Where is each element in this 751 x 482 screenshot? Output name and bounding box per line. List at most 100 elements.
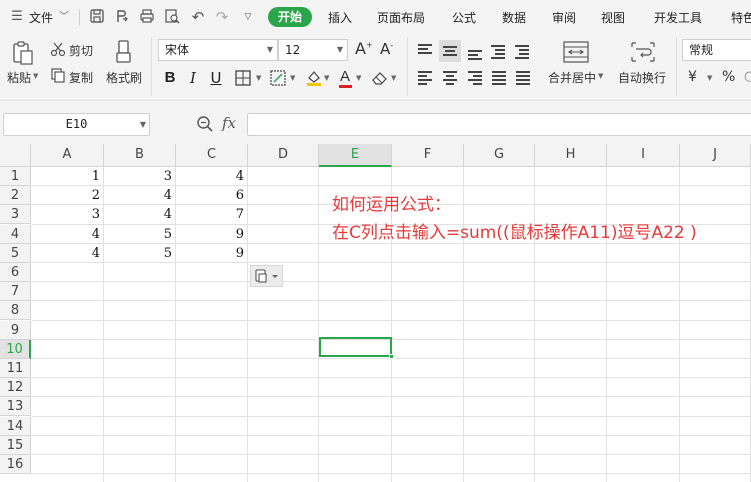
chevron-down-icon[interactable]: ▼: [140, 114, 146, 135]
fill-color-dropdown-icon[interactable]: ▼: [324, 74, 329, 82]
cell-a3[interactable]: 3: [31, 205, 104, 224]
column-header-f[interactable]: F: [392, 144, 464, 167]
row-header-6[interactable]: 6: [0, 263, 31, 282]
fill-handle[interactable]: [389, 354, 394, 359]
wrap-text-icon[interactable]: [630, 41, 656, 67]
undo-icon[interactable]: ↶: [189, 8, 207, 26]
spreadsheet-grid[interactable]: A B C D E F G H I J 1 2 3 4 5 6 7 8 9 10 11 12 13 14 15 16 1 3 4 2 4 6 3…: [0, 144, 751, 482]
row-header-14[interactable]: 14: [0, 416, 31, 436]
cell-a4[interactable]: 4: [31, 225, 104, 244]
cell-a2[interactable]: 2: [31, 186, 104, 205]
row-header-8[interactable]: 8: [0, 301, 31, 321]
row-header-13[interactable]: 13: [0, 397, 31, 417]
italic-icon[interactable]: I: [183, 68, 203, 88]
currency-dropdown-icon[interactable]: ▼: [707, 74, 712, 82]
column-header-d[interactable]: D: [248, 144, 319, 167]
fill-pattern-dropdown-icon[interactable]: ▼: [290, 74, 295, 82]
underline-icon[interactable]: U: [206, 68, 226, 88]
format-painter-button[interactable]: 格式刷: [106, 69, 142, 86]
row-header-5[interactable]: 5: [0, 243, 31, 263]
tab-data[interactable]: 数据: [502, 9, 526, 26]
column-header-g[interactable]: G: [464, 144, 535, 167]
file-menu[interactable]: 文件: [29, 9, 53, 26]
bold-icon[interactable]: B: [160, 68, 180, 88]
column-header-i[interactable]: I: [607, 144, 680, 167]
select-all-corner[interactable]: [0, 144, 31, 167]
cell-b4[interactable]: 5: [104, 225, 176, 244]
align-center-icon[interactable]: [441, 69, 459, 87]
cell-b5[interactable]: 5: [104, 244, 176, 263]
font-color-icon[interactable]: A: [340, 68, 350, 85]
merge-dropdown-icon[interactable]: ▼: [598, 72, 603, 80]
hamburger-menu-icon[interactable]: ☰: [8, 8, 26, 26]
row-header-15[interactable]: 15: [0, 435, 31, 455]
column-header-a[interactable]: A: [31, 144, 104, 167]
row-header-9[interactable]: 9: [0, 320, 31, 340]
cell-c1[interactable]: 4: [176, 167, 248, 186]
comma-style-icon[interactable]: ○: [744, 69, 751, 84]
chevron-down-icon[interactable]: ▼: [337, 40, 343, 60]
cell-a5[interactable]: 4: [31, 244, 104, 263]
increase-font-size-icon[interactable]: A+: [355, 39, 373, 58]
decrease-font-size-icon[interactable]: A-: [380, 40, 393, 58]
print-preview-icon[interactable]: [163, 8, 181, 26]
decrease-indent-icon[interactable]: [489, 42, 507, 60]
tab-view[interactable]: 视图: [601, 9, 625, 26]
print-icon[interactable]: [138, 8, 156, 26]
align-top-icon[interactable]: [416, 42, 434, 60]
column-header-b[interactable]: B: [104, 144, 176, 167]
tab-developer[interactable]: 开发工具: [654, 9, 702, 26]
save-icon[interactable]: [88, 8, 106, 26]
zoom-search-icon[interactable]: [196, 115, 214, 133]
currency-icon[interactable]: ¥: [688, 69, 697, 85]
file-menu-chevron-icon[interactable]: ﹀: [55, 8, 73, 26]
merge-center-icon[interactable]: [563, 41, 589, 67]
cell-c5[interactable]: 9: [176, 244, 248, 263]
cell-c4[interactable]: 9: [176, 225, 248, 244]
distributed-align-icon[interactable]: [514, 69, 532, 87]
cell-c2[interactable]: 6: [176, 186, 248, 205]
format-painter-icon[interactable]: [114, 39, 134, 69]
cell-b1[interactable]: 3: [104, 167, 176, 186]
number-format-select[interactable]: 常规: [682, 39, 751, 61]
borders-dropdown-icon[interactable]: ▼: [256, 74, 261, 82]
align-left-icon[interactable]: [416, 69, 434, 87]
align-right-icon[interactable]: [466, 69, 484, 87]
scissors-icon[interactable]: [50, 41, 66, 61]
copy-button[interactable]: 复制: [69, 69, 93, 86]
merge-center-button[interactable]: 合并居中: [548, 69, 596, 86]
justify-icon[interactable]: [490, 69, 508, 87]
tab-page-layout[interactable]: 页面布局: [377, 9, 425, 26]
cell-c3[interactable]: 7: [176, 205, 248, 224]
paste-icon[interactable]: [11, 40, 35, 70]
row-header-4[interactable]: 4: [0, 224, 31, 244]
tab-special[interactable]: 特色: [731, 9, 751, 26]
clear-dropdown-icon[interactable]: ▼: [391, 74, 396, 82]
active-cell-E10[interactable]: [319, 337, 394, 359]
paste-options-button[interactable]: [250, 265, 283, 287]
copy-icon[interactable]: [50, 67, 66, 87]
row-header-3[interactable]: 3: [0, 205, 31, 225]
row-header-1[interactable]: 1: [0, 167, 31, 186]
font-name-select[interactable]: 宋体 ▼: [158, 39, 278, 61]
name-box[interactable]: E10 ▼: [3, 113, 150, 136]
percent-icon[interactable]: %: [722, 69, 735, 85]
redo-icon[interactable]: ↷: [213, 8, 231, 26]
tab-review[interactable]: 审阅: [552, 9, 576, 26]
cell-a1[interactable]: 1: [31, 167, 104, 186]
row-header-7[interactable]: 7: [0, 282, 31, 302]
font-color-dropdown-icon[interactable]: ▼: [356, 74, 361, 82]
font-size-select[interactable]: 12 ▼: [278, 39, 348, 61]
eraser-icon[interactable]: [371, 70, 389, 90]
paste-dropdown-icon[interactable]: ▼: [33, 72, 38, 80]
wrap-text-button[interactable]: 自动换行: [618, 69, 666, 86]
quick-access-more-icon[interactable]: ▽: [239, 8, 257, 26]
row-header-10[interactable]: 10: [0, 339, 31, 359]
cell-b2[interactable]: 4: [104, 186, 176, 205]
row-header-11[interactable]: 11: [0, 359, 31, 378]
fill-color-icon[interactable]: [305, 69, 323, 91]
tab-formulas[interactable]: 公式: [452, 9, 476, 26]
row-header-2[interactable]: 2: [0, 186, 31, 206]
align-middle-icon[interactable]: [439, 40, 461, 62]
align-bottom-icon[interactable]: [466, 42, 484, 60]
